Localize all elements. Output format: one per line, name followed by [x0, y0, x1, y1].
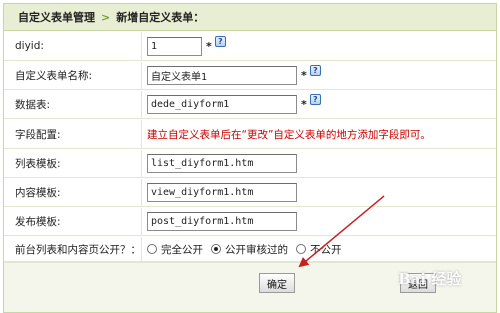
breadcrumb-separator: > [101, 10, 111, 24]
radio-public-approved[interactable]: 公开审核过的 [211, 242, 288, 257]
label-content-template: 内容模板: [4, 179, 142, 206]
required-mark: * [206, 39, 212, 53]
radio-label: 完全公开 [161, 243, 203, 256]
breadcrumb-link-form-management[interactable]: 自定义表单管理 [18, 9, 95, 25]
required-mark: * [301, 69, 307, 82]
breadcrumb: 自定义表单管理 > 新增自定义表单： [4, 4, 496, 31]
required-mark: * [301, 98, 307, 111]
label-form-name: 自定义表单名称: [4, 62, 142, 89]
form-frame: 自定义表单管理 > 新增自定义表单： diyid: * ? 自定义表单名称: *… [3, 3, 497, 313]
row-diyid: diyid: * ? [4, 32, 496, 61]
radio-not-public[interactable]: 不公开 [296, 242, 342, 257]
radio-label: 不公开 [310, 243, 342, 256]
radio-circle-selected[interactable] [211, 244, 221, 254]
row-field-config: 字段配置: 建立自定义表单后在“更改”自定义表单的地方添加字段即可。 [4, 120, 496, 149]
data-table-input[interactable] [147, 95, 297, 114]
confirm-button[interactable]: 确定 [259, 273, 295, 293]
content-template-input[interactable] [147, 183, 297, 202]
label-list-template: 列表模板: [4, 150, 142, 177]
help-icon[interactable]: ? [309, 65, 321, 76]
radio-circle[interactable] [147, 244, 157, 254]
radio-label: 公开审核过的 [225, 243, 288, 256]
help-icon[interactable]: ? [214, 35, 226, 47]
row-post-template: 发布模板: [4, 208, 496, 236]
list-template-input[interactable] [147, 154, 297, 173]
row-form-name: 自定义表单名称: * ? [4, 62, 496, 90]
radio-full-public[interactable]: 完全公开 [147, 242, 203, 257]
label-field-config: 字段配置: [4, 120, 142, 148]
form-name-input[interactable] [147, 66, 297, 85]
diyid-input[interactable] [147, 36, 202, 56]
row-content-template: 内容模板: [4, 179, 496, 207]
page-title: 新增自定义表单： [116, 11, 205, 24]
row-list-template: 列表模板: [4, 150, 496, 178]
label-public-option: 前台列表和内容页公开？： [4, 237, 142, 261]
help-icon[interactable]: ? [309, 94, 321, 105]
field-config-note: 建立自定义表单后在“更改”自定义表单的地方添加字段即可。 [147, 128, 431, 141]
post-template-input[interactable] [147, 212, 297, 231]
row-public-option: 前台列表和内容页公开？： 完全公开 公开审核过的 不公开 [4, 237, 496, 262]
label-diyid: diyid: [4, 32, 142, 60]
label-data-table: 数据表: [4, 91, 142, 118]
watermark: Bai 经验 [398, 270, 462, 288]
label-post-template: 发布模板: [4, 208, 142, 235]
row-data-table: 数据表: * ? [4, 91, 496, 119]
radio-circle[interactable] [296, 244, 306, 254]
